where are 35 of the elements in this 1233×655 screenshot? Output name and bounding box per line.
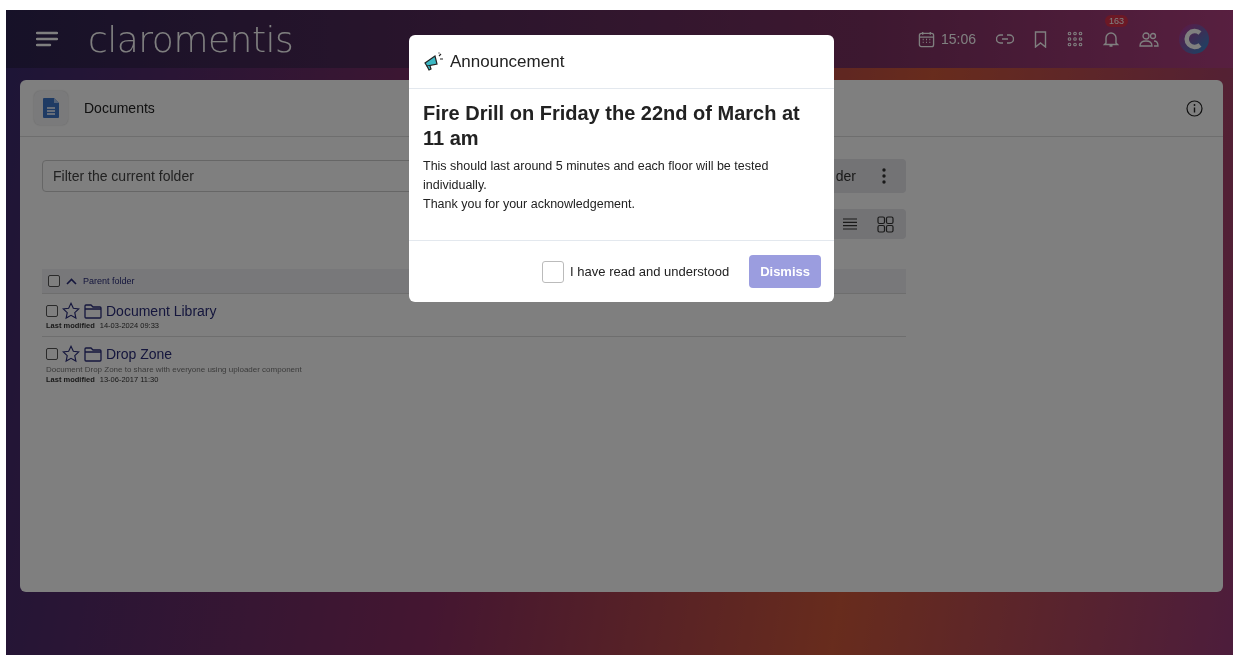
acknowledge-label[interactable]: I have read and understood (570, 264, 730, 279)
row-checkbox[interactable] (46, 348, 58, 360)
bell-icon[interactable] (1103, 30, 1119, 48)
star-icon[interactable] (62, 302, 80, 320)
clock-time: 15:06 (940, 31, 976, 47)
grid-view-icon[interactable] (877, 215, 894, 233)
dialog-title: Announcement (450, 51, 565, 72)
announcement-heading: Fire Drill on Friday the 22nd of March at 11 am (423, 101, 801, 151)
more-icon[interactable] (882, 168, 886, 184)
link-icon[interactable] (996, 34, 1014, 44)
folder-icon (84, 346, 102, 362)
megaphone-icon (423, 51, 445, 72)
users-icon[interactable] (1139, 31, 1159, 47)
folder-icon (84, 303, 102, 319)
acknowledge-checkbox[interactable] (542, 260, 565, 283)
select-all-checkbox[interactable] (48, 275, 60, 287)
list-view-icon[interactable] (843, 218, 857, 230)
folder-button[interactable]: der (835, 168, 856, 184)
avatar-icon[interactable] (1179, 24, 1209, 54)
folder-name-link[interactable]: Drop Zone (106, 346, 173, 362)
row-checkbox[interactable] (46, 305, 58, 317)
menu-icon[interactable] (36, 31, 58, 47)
apps-grid-icon[interactable] (1067, 31, 1083, 47)
parent-folder-link[interactable]: Parent folder (83, 276, 135, 286)
bookmark-icon[interactable] (1034, 30, 1047, 48)
announcement-text: Thank you for your acknowledgement. (423, 196, 636, 213)
notification-badge: 163 (1105, 15, 1129, 27)
page-title: Documents (84, 100, 155, 116)
info-icon[interactable] (1186, 99, 1203, 117)
star-icon[interactable] (62, 345, 80, 363)
logo[interactable]: claromentis (88, 18, 294, 60)
calendar-icon[interactable] (917, 30, 935, 48)
documents-icon (34, 91, 68, 125)
chevron-up-icon[interactable] (66, 277, 77, 285)
folder-name-link[interactable]: Document Library (106, 303, 217, 319)
